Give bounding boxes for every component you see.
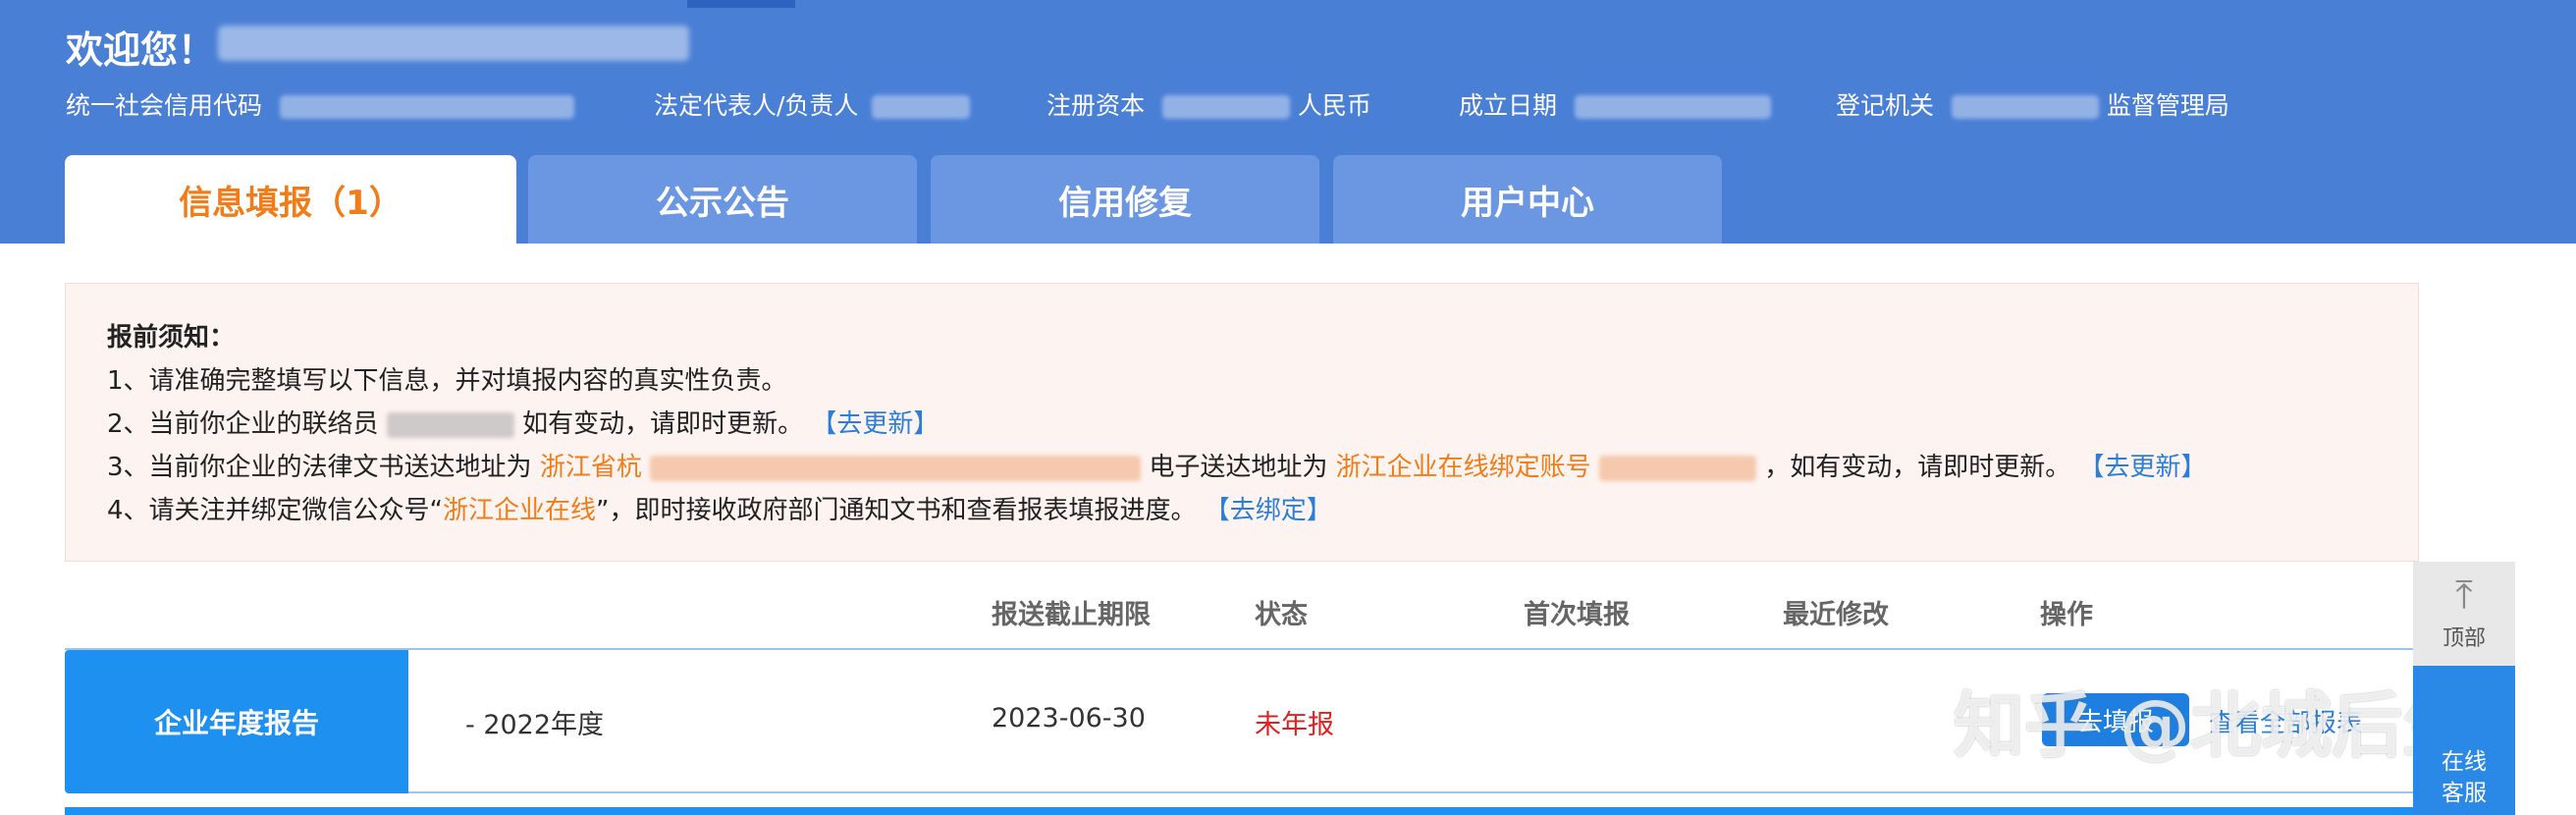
- zhihu-watermark: 知乎 @北城后生: [1954, 684, 2474, 767]
- established-label: 成立日期: [1459, 91, 1558, 120]
- tab-info-filing[interactable]: 信息填报（1）: [65, 155, 516, 244]
- col-first-filing: 首次填报: [1524, 600, 1630, 630]
- notice-line-2-prefix: 2、当前你企业的联络员: [107, 409, 379, 439]
- credit-code: 统一社会信用代码: [66, 86, 574, 122]
- notice-line-4: 4、请关注并绑定微信公众号“浙江企业在线”，即时接收政府部门通知文书和查看报表填…: [107, 490, 1332, 526]
- electronic-account: 浙江企业在线绑定账号: [1335, 453, 1591, 482]
- notice-line-3-mid: 电子送达地址为: [1149, 453, 1328, 482]
- update-liaison-link[interactable]: 【去更新】: [811, 409, 939, 439]
- legal-representative: 法定代表人/负责人: [654, 86, 971, 122]
- registration-label: 登记机关: [1836, 91, 1935, 120]
- tab-info-filing-label: 信息填报（1）: [179, 183, 402, 223]
- notice-line-3-prefix: 3、当前你企业的法律文书送达地址为: [107, 453, 532, 482]
- next-row-edge: [65, 807, 2419, 815]
- row-status: 未年报: [1255, 710, 1334, 740]
- address-redacted: [650, 455, 1142, 481]
- notice-line-1: 1、请准确完整填写以下信息，并对填报内容的真实性负责。: [107, 360, 787, 397]
- tab-user-center-label: 用户中心: [1461, 183, 1594, 223]
- notice-line-4-suffix: ”，即时接收政府部门通知文书和查看报表填报进度。: [596, 496, 1197, 525]
- top-strip: [687, 0, 795, 8]
- company-info-row: 统一社会信用代码 法定代表人/负责人 注册资本 人民币 成立日期 登记机关 监督…: [0, 86, 2576, 122]
- liaison-redacted: [386, 411, 514, 438]
- col-deadline: 报送截止期限: [992, 600, 1151, 630]
- notice-line-2-suffix: 如有变动，请即时更新。: [522, 409, 804, 439]
- online-service-label-1: 在线: [2442, 748, 2487, 775]
- tab-credit-repair[interactable]: 信用修复: [931, 155, 1319, 244]
- credit-code-redacted: [279, 95, 574, 119]
- legal-rep-redacted: [872, 95, 971, 119]
- notice-line-1-text: 1、请准确完整填写以下信息，并对填报内容的真实性负责。: [107, 366, 787, 396]
- online-service-button[interactable]: 在线 客服: [2413, 666, 2515, 815]
- wechat-account: 浙江企业在线: [443, 496, 597, 525]
- registration-authority: 登记机关 监督管理局: [1836, 86, 2229, 122]
- established-date: 成立日期: [1459, 86, 1771, 122]
- row-category-label: 企业年度报告: [153, 707, 319, 739]
- registered-capital: 注册资本 人民币: [1046, 86, 1371, 122]
- col-actions: 操作: [2040, 600, 2093, 630]
- online-service-label-2: 客服: [2442, 780, 2487, 806]
- back-to-top-button[interactable]: ⤒ 顶部: [2413, 562, 2515, 666]
- notice-line-3-suffix: ，如有变动，请即时更新。: [1764, 453, 2071, 482]
- account-redacted: [1598, 455, 1756, 481]
- capital-suffix: 人民币: [1297, 91, 1371, 120]
- notice-line-2: 2、当前你企业的联络员 如有变动，请即时更新。 【去更新】: [107, 404, 939, 440]
- notice-line-4-prefix: 4、请关注并绑定微信公众号“: [107, 496, 444, 525]
- capital-redacted: [1161, 95, 1290, 119]
- back-to-top-label: 顶部: [2442, 626, 2486, 651]
- update-address-link[interactable]: 【去更新】: [2078, 453, 2206, 482]
- tab-credit-repair-label: 信用修复: [1058, 183, 1192, 223]
- row-category-annual-report: 企业年度报告: [65, 650, 408, 793]
- col-status: 状态: [1255, 600, 1308, 630]
- notice-line-3: 3、当前你企业的法律文书送达地址为 浙江省杭 电子送达地址为 浙江企业在线绑定账…: [107, 447, 2206, 483]
- bind-wechat-link[interactable]: 【去绑定】: [1205, 496, 1332, 525]
- page-header: 欢迎您！ 统一社会信用代码 法定代表人/负责人 注册资本 人民币 成立日期 登记…: [0, 0, 2576, 244]
- welcome-title: 欢迎您！: [66, 28, 216, 72]
- tab-user-center[interactable]: 用户中心: [1333, 155, 1722, 244]
- row-year: - 2022年度: [465, 710, 605, 740]
- tab-public-notice-label: 公示公告: [656, 183, 789, 223]
- arrow-up-icon: ⤒: [2455, 572, 2473, 618]
- row-deadline: 2023-06-30: [992, 703, 1146, 734]
- registration-redacted: [1951, 95, 2099, 119]
- pre-filing-notice: 报前须知： 1、请准确完整填写以下信息，并对填报内容的真实性负责。 2、当前你企…: [65, 283, 2419, 562]
- credit-code-label: 统一社会信用代码: [66, 91, 263, 120]
- tab-public-notice[interactable]: 公示公告: [528, 155, 917, 244]
- service-address: 浙江省杭: [539, 453, 642, 482]
- registration-suffix: 监督管理局: [2106, 91, 2229, 120]
- company-name-redacted: [218, 26, 689, 61]
- notice-title: 报前须知：: [107, 323, 236, 353]
- capital-label: 注册资本: [1046, 91, 1146, 120]
- legal-rep-label: 法定代表人/负责人: [654, 91, 859, 120]
- col-last-modified: 最近修改: [1783, 600, 1889, 630]
- established-redacted: [1574, 95, 1771, 119]
